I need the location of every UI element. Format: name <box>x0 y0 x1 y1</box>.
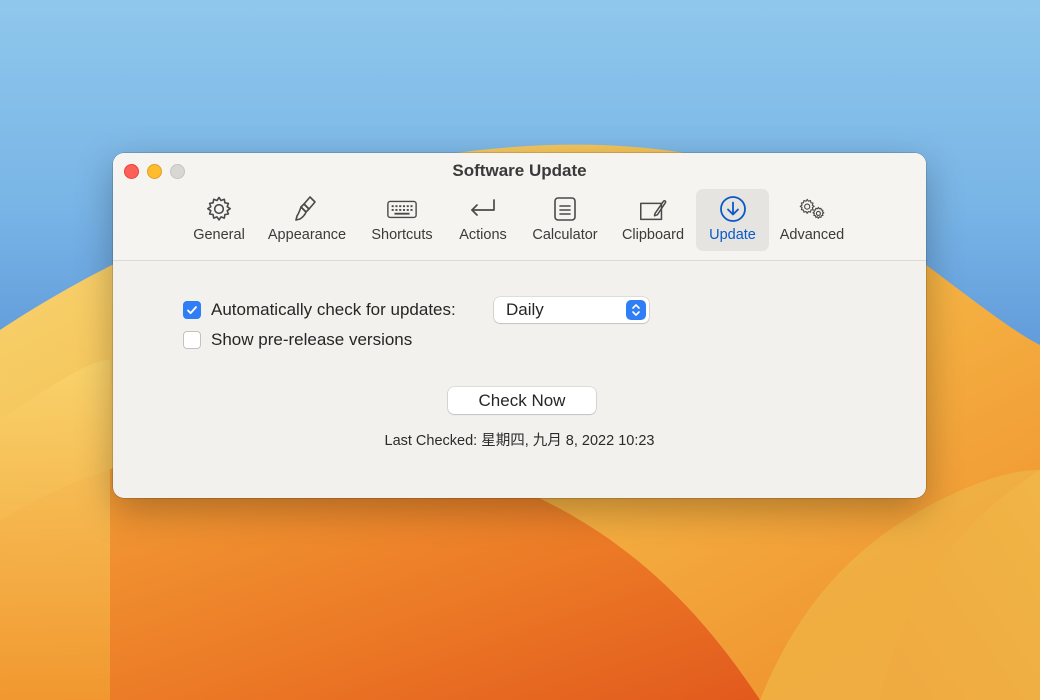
last-checked-status: Last Checked: 星期四, 九月 8, 2022 10:23 <box>384 433 655 449</box>
check-now-button[interactable]: Check Now <box>448 387 596 414</box>
update-frequency-select[interactable]: Daily <box>494 297 649 323</box>
tab-label: Shortcuts <box>371 227 433 243</box>
download-circle-icon <box>717 194 749 224</box>
update-settings-pane: Automatically check for updates: Daily S… <box>113 261 926 498</box>
tab-update[interactable]: Update <box>696 189 769 251</box>
tab-appearance[interactable]: Appearance <box>261 189 353 251</box>
auto-check-label: Automatically check for updates: <box>211 300 456 319</box>
prerelease-label: Show pre-release versions <box>211 330 413 349</box>
preferences-toolbar: General Appearance Shortcuts Actions Cal… <box>113 189 926 251</box>
auto-check-checkbox[interactable] <box>183 301 201 319</box>
tab-clipboard[interactable]: Clipboard <box>615 189 691 251</box>
update-frequency-value: Daily <box>506 300 544 319</box>
preferences-window: Software Update General Appearance Short… <box>113 153 926 498</box>
tab-label: Clipboard <box>621 227 685 243</box>
titlebar: Software Update General Appearance Short… <box>113 153 926 261</box>
tab-label: Actions <box>459 227 507 243</box>
tab-label: General <box>193 227 245 243</box>
chevron-up-down-icon <box>626 300 646 320</box>
tab-actions[interactable]: Actions <box>451 189 515 251</box>
checkmark-icon <box>187 306 197 315</box>
window-title: Software Update <box>452 161 587 180</box>
tab-general[interactable]: General <box>188 189 250 251</box>
tab-label: Appearance <box>267 227 347 243</box>
prerelease-checkbox[interactable] <box>183 331 201 349</box>
tab-shortcuts[interactable]: Shortcuts <box>363 189 441 251</box>
auto-check-row: Automatically check for updates: <box>183 300 456 320</box>
gears-icon <box>796 194 828 224</box>
tab-label: Calculator <box>532 227 598 243</box>
keyboard-icon <box>386 194 418 224</box>
tab-calculator[interactable]: Calculator <box>525 189 605 251</box>
calculator-icon <box>549 194 581 224</box>
clipboard-icon <box>637 194 669 224</box>
tab-label: Advanced <box>779 227 845 243</box>
desktop: Software Update General Appearance Short… <box>0 0 1040 700</box>
return-arrow-icon <box>467 194 499 224</box>
brush-icon <box>291 194 323 224</box>
tab-advanced[interactable]: Advanced <box>775 189 849 251</box>
tab-label: Update <box>709 227 756 243</box>
prerelease-row: Show pre-release versions <box>183 330 412 350</box>
gear-icon <box>203 194 235 224</box>
